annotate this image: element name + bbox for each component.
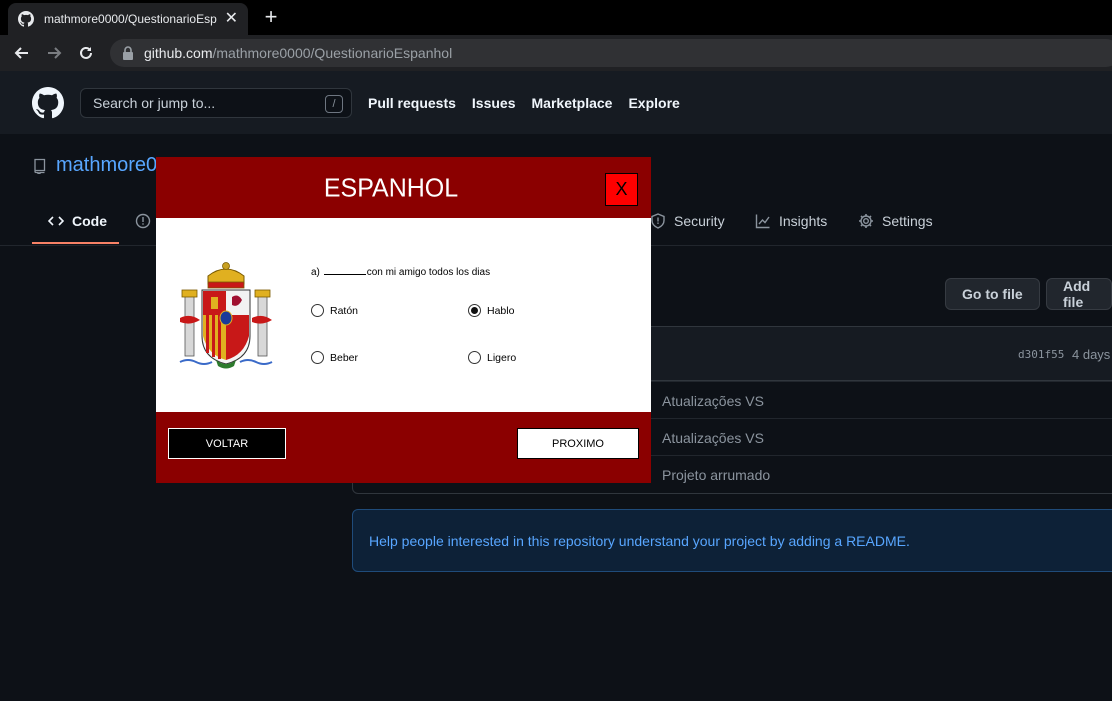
gear-icon <box>858 213 874 229</box>
option-hablo[interactable]: Hablo <box>468 304 514 317</box>
nav-issues[interactable]: Issues <box>472 95 516 111</box>
repo-icon <box>32 158 48 174</box>
browser-tab-strip: mathmore0000/QuestionarioEspanhol ✕ + <box>0 0 1112 35</box>
tab-security-label: Security <box>674 213 725 229</box>
repo-title: mathmore0 <box>32 154 157 177</box>
github-header: / Pull requests Issues Marketplace Explo… <box>0 71 1112 134</box>
issue-icon <box>135 213 151 229</box>
option-beber-label: Beber <box>330 351 359 364</box>
github-favicon-icon <box>18 11 34 27</box>
github-logo-icon[interactable] <box>32 87 64 119</box>
nav-explore[interactable]: Explore <box>628 95 679 111</box>
reload-icon[interactable] <box>74 41 98 65</box>
close-button[interactable]: X <box>605 173 638 206</box>
question-suffix: con mi amigo todos los dias <box>366 267 491 278</box>
radio-ligero[interactable] <box>468 351 481 364</box>
radio-beber[interactable] <box>311 351 324 364</box>
option-raton[interactable]: Ratón <box>311 304 358 317</box>
new-tab-icon[interactable]: + <box>260 5 282 29</box>
repo-owner-link[interactable]: mathmore0 <box>56 154 157 177</box>
tab-insights[interactable]: Insights <box>755 198 827 244</box>
tab-settings-label: Settings <box>882 213 933 229</box>
url-host: github.com <box>144 45 213 61</box>
radio-selected-dot <box>471 307 478 314</box>
nav-pull-requests[interactable]: Pull requests <box>368 95 456 111</box>
url-path: /mathmore0000/QuestionarioEspanhol <box>212 45 453 61</box>
option-raton-label: Ratón <box>330 304 359 317</box>
next-button[interactable]: PROXIMO <box>517 428 639 459</box>
tab-settings[interactable]: Settings <box>858 198 933 244</box>
address-bar[interactable]: github.com/mathmore0000/QuestionarioEspa… <box>110 39 1112 67</box>
lock-icon <box>122 46 134 60</box>
file-commit-message[interactable]: Atualizações VS <box>662 393 764 409</box>
graph-icon <box>755 213 771 229</box>
option-beber[interactable]: Beber <box>311 351 358 364</box>
back-arrow-icon[interactable] <box>10 41 34 65</box>
browser-tab-title: mathmore0000/QuestionarioEspanhol <box>44 12 217 26</box>
commit-hash[interactable]: d301f55 <box>1018 348 1064 361</box>
tab-code-label: Code <box>72 213 107 229</box>
close-tab-icon[interactable]: ✕ <box>225 11 238 27</box>
tab-insights-label: Insights <box>779 213 828 229</box>
nav-marketplace[interactable]: Marketplace <box>532 95 613 111</box>
go-to-file-button[interactable]: Go to file <box>945 278 1040 310</box>
active-tab-underline <box>32 242 119 244</box>
question-prefix: a) <box>311 267 320 278</box>
github-search: / <box>80 88 352 118</box>
radio-raton[interactable] <box>311 304 324 317</box>
code-icon <box>48 213 64 229</box>
commit-age: 4 days <box>1072 347 1111 362</box>
question-blank <box>323 266 366 275</box>
search-input[interactable] <box>93 95 313 111</box>
question-text: a) con mi amigo todos los dias <box>311 266 490 278</box>
screen: mathmore0000/QuestionarioEspanhol ✕ + gi… <box>0 0 1112 701</box>
github-top-nav: Pull requests Issues Marketplace Explore <box>368 95 680 111</box>
tab-security[interactable]: Security <box>650 198 725 244</box>
readme-prompt-text[interactable]: Help people interested in this repositor… <box>369 533 910 549</box>
option-hablo-label: Hablo <box>487 304 515 317</box>
file-commit-message[interactable]: Projeto arrumado <box>662 467 770 483</box>
option-ligero-label: Ligero <box>487 351 517 364</box>
browser-toolbar: github.com/mathmore0000/QuestionarioEspa… <box>0 35 1112 71</box>
add-file-button[interactable]: Add file <box>1046 278 1112 310</box>
radio-hablo[interactable] <box>468 304 481 317</box>
tab-code[interactable]: Code <box>48 198 107 244</box>
spain-coat-of-arms-icon <box>179 262 273 369</box>
search-shortcut-badge: / <box>325 95 343 113</box>
shield-icon <box>650 213 666 229</box>
dialog-title: ESPANHOL <box>323 173 459 203</box>
dialog-body: a) con mi amigo todos los dias Ratón Hab… <box>156 218 651 412</box>
file-commit-message[interactable]: Atualizações VS <box>662 430 764 446</box>
browser-tab[interactable]: mathmore0000/QuestionarioEspanhol ✕ <box>8 3 248 35</box>
option-ligero[interactable]: Ligero <box>468 351 516 364</box>
back-button[interactable]: VOLTAR <box>168 428 286 459</box>
readme-prompt: Help people interested in this repositor… <box>352 509 1112 572</box>
quiz-dialog: ESPANHOL X a) con mi amigo todos los dia… <box>156 157 651 483</box>
forward-arrow-icon[interactable] <box>42 41 66 65</box>
